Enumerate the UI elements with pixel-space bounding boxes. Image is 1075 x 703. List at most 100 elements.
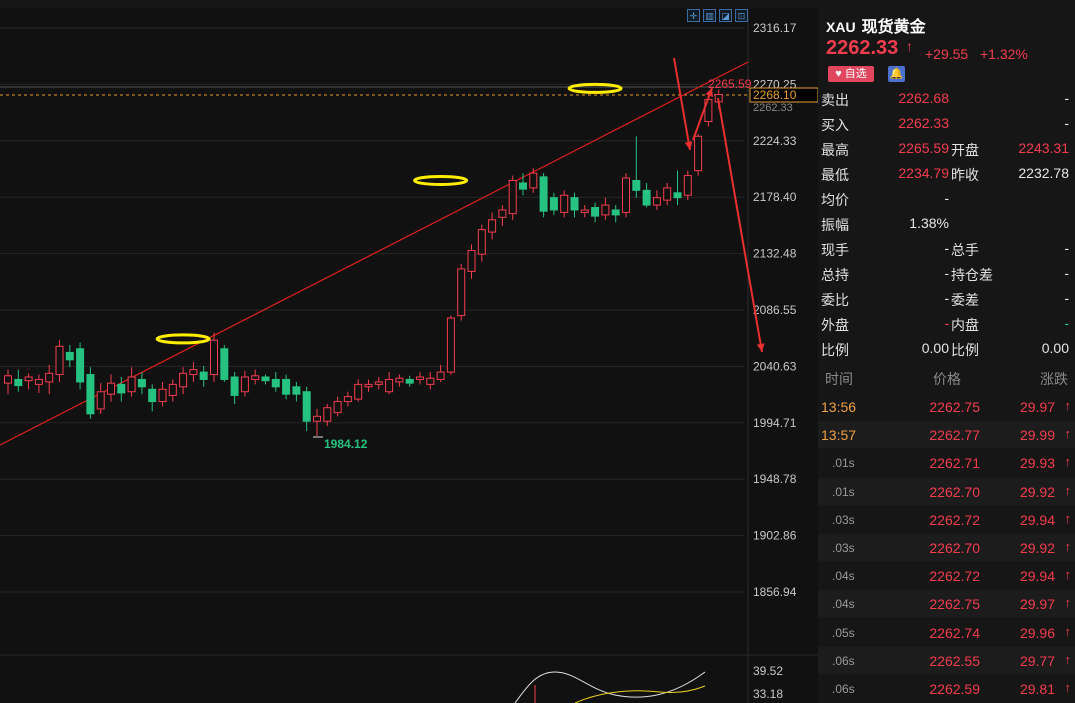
tick-change: 29.77 [1019,652,1055,669]
quote-label: 委差 [951,292,979,308]
candle-body [663,187,672,201]
candle-body [127,376,136,393]
quote-label: 振幅 [821,217,849,233]
indicator-tick-label: 33.18 [753,687,783,701]
symbol-title: XAU 现货黄金 [826,13,926,37]
candle-body [148,388,157,403]
candle-body [86,374,95,415]
tick-row: 13:56 2262.75 29.97 ↑ [818,393,1075,420]
candle-body [539,176,548,212]
cursor-price-sub-label: 2262.33 [753,102,793,114]
candlestick-svg[interactable]: 2316.172270.252224.332178.402132.482086.… [0,0,818,703]
tick-time: .03s [832,541,855,555]
candle-body [137,378,146,388]
quote-row: 最高 2265.59 开盘 2243.31 [818,136,1075,160]
add-favorite-button[interactable]: ♥ 自选 [828,66,874,82]
quote-value: 0.00 [921,340,949,356]
tick-time: .06s [832,682,855,696]
indicator-curve-yellow [574,685,706,703]
quote-row: 委比 - 委差 - [818,286,1075,310]
candle-body [457,268,466,317]
quote-row: 现手 - 总手 - [818,236,1075,260]
quote-label: 总持 [821,267,849,283]
highlight-ellipse [413,174,469,186]
tick-change: 29.96 [1019,624,1055,641]
quote-value: 2234.79 [898,165,949,181]
quote-value: 1.38% [909,215,949,231]
quote-value: - [1064,315,1069,331]
tick-change: 29.94 [1019,568,1055,585]
candle-body [611,209,620,216]
price-tick-label: 2224.33 [753,134,797,148]
tick-time: .06s [832,653,855,668]
annotation-arrow-down-head [684,141,693,150]
candle-body [210,339,218,376]
up-arrow-icon: ↑ [1064,398,1072,413]
tick-row: .03s 2262.70 29.92 ↑ [818,534,1075,561]
candle-body [302,391,311,422]
tick-price: 2262.59 [929,681,980,697]
highlight-ellipse [155,333,211,345]
tick-time: .04s [832,569,855,584]
tick-row: .06s 2262.55 29.77 ↑ [818,646,1075,674]
tick-price: 2262.70 [929,540,980,556]
quote-row: 买入 2262.33 - [818,111,1075,135]
candle-body [117,383,126,394]
up-arrow-icon: ↑ [1064,651,1072,667]
candle-body [107,382,115,395]
quote-row: 卖出 2262.68 - [818,86,1075,110]
tick-row: .05s 2262.74 29.96 ↑ [818,619,1075,646]
tick-time: 13:57 [821,427,857,444]
candle-body [230,376,239,396]
candle-body [673,192,682,199]
quote-value: - [1064,265,1069,281]
candle-body [220,348,229,380]
candle-body [271,378,280,388]
candle-body [45,372,54,383]
quote-label: 比例 [951,342,979,358]
candle-body [488,219,497,233]
candle-body [622,177,630,213]
alert-bell-button[interactable]: 🔔 [888,66,905,82]
candle-body [395,377,404,383]
quote-label: 均价 [821,192,849,208]
quote-value: 0.00 [1041,340,1069,356]
candle-body [323,407,332,422]
symbol-name: 现货黄金 [861,19,926,36]
quote-value: - [1064,115,1069,131]
quote-value: - [944,240,949,256]
candle-body [261,376,270,382]
quote-value: 2265.59 [898,140,949,156]
candle-body [4,375,12,384]
tick-row: .01s 2262.71 29.93 ↑ [818,449,1075,476]
tick-change: 29.97 [1019,399,1055,415]
candle-icon[interactable]: ▥ [703,9,716,22]
candle-body [34,378,43,385]
candle-body [652,197,661,206]
tick-time: .03s [832,512,855,527]
tick-change: 29.99 [1019,427,1055,444]
quote-label: 委比 [821,292,849,308]
candle-body [158,388,167,403]
quote-value: - [944,190,949,206]
candle-body [354,383,363,400]
tick-time: .04s [832,597,855,612]
candle-body [591,207,600,217]
price-tick-label: 2132.48 [753,247,797,261]
quote-label: 持仓差 [951,267,993,283]
up-arrow-icon: ↑ [1064,595,1072,611]
candle-body [189,369,198,376]
line-icon[interactable]: ◪ [719,9,732,22]
high-price-label: 2265.59 [708,77,752,91]
candle-body [508,179,517,215]
candle-body [179,372,188,388]
crosshair-icon[interactable]: ✛ [687,9,700,22]
kline-chart[interactable]: 2316.17 2270.25 2224.33 2178.40 2132.48 2086.… [0,0,818,703]
tick-price: 2262.75 [929,399,980,415]
tick-time: .01s [832,456,855,471]
candle-body [570,197,579,211]
expand-icon[interactable]: ⊡ [735,9,748,22]
candle-body [55,345,64,376]
quote-label: 比例 [821,342,849,358]
quote-value: 2232.78 [1018,165,1069,181]
